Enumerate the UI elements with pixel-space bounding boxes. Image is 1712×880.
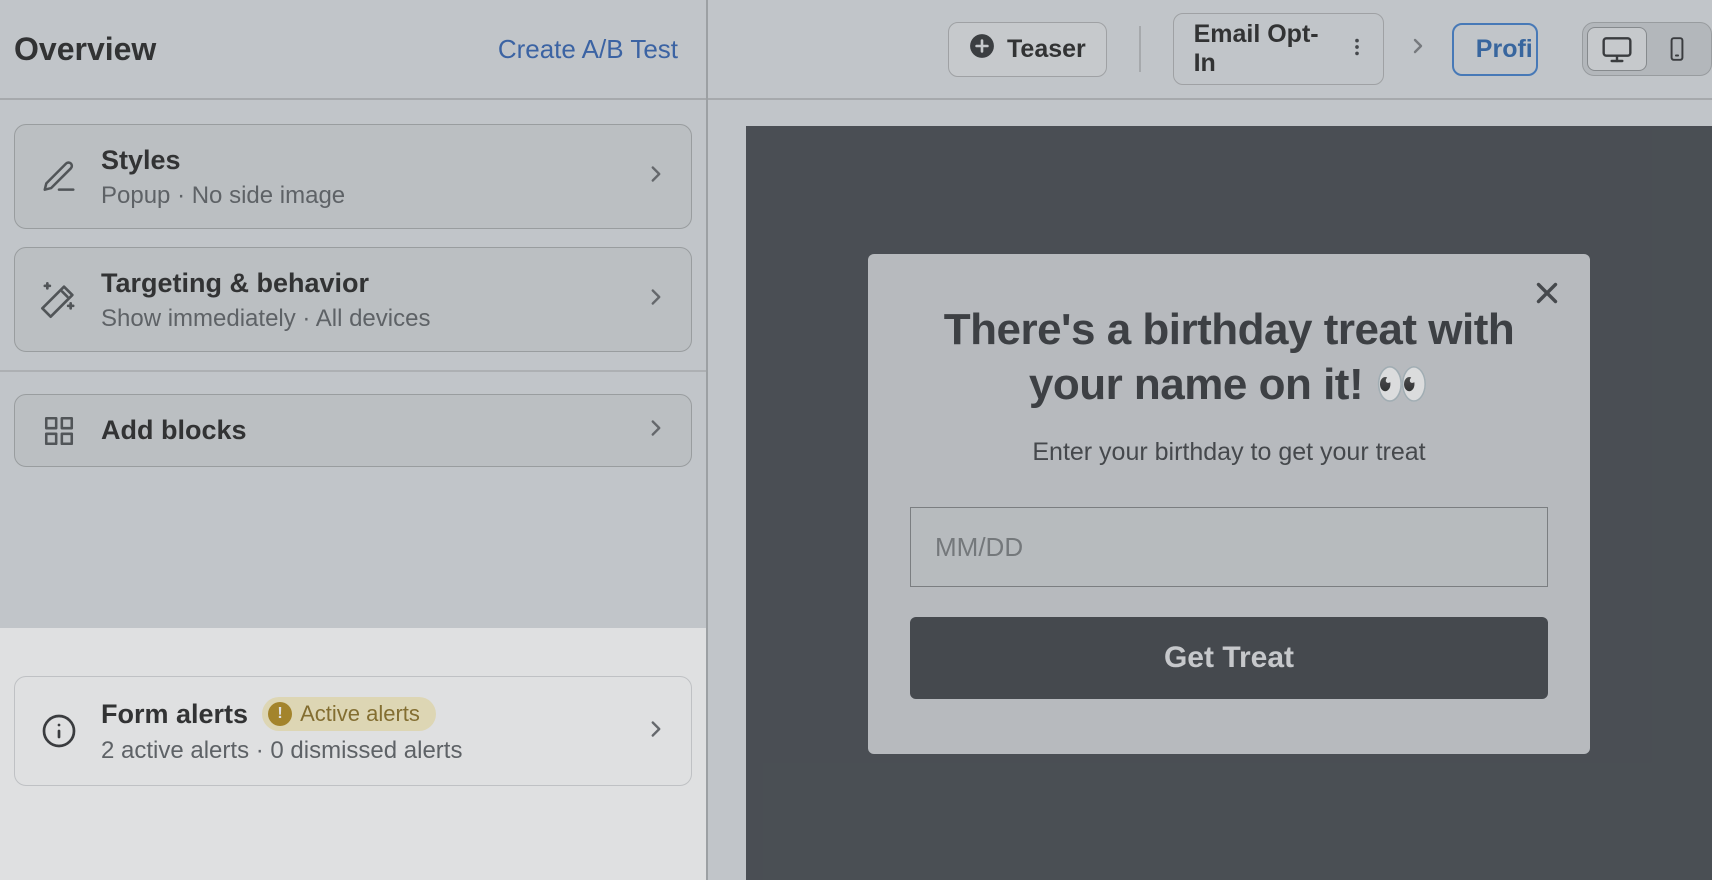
- chevron-right-icon: [643, 716, 669, 747]
- targeting-card-title: Targeting & behavior: [101, 266, 623, 301]
- birthday-input-placeholder: MM/DD: [935, 532, 1023, 563]
- pencil-icon: [37, 158, 81, 196]
- birthday-input[interactable]: MM/DD: [910, 507, 1548, 587]
- wand-icon: [37, 280, 81, 320]
- styles-card-title: Styles: [101, 143, 623, 178]
- grid-icon: [37, 414, 81, 448]
- alert-dot-icon: !: [268, 702, 292, 726]
- info-icon: [37, 713, 81, 749]
- create-ab-test-link[interactable]: Create A/B Test: [498, 34, 678, 65]
- teaser-button[interactable]: Teaser: [948, 22, 1107, 77]
- chevron-right-icon: [643, 161, 669, 192]
- teaser-button-label: Teaser: [1007, 35, 1086, 64]
- styles-card-subtitle: Popup · No side image: [101, 182, 623, 210]
- form-alerts-card[interactable]: Form alerts ! Active alerts 2 active ale…: [14, 676, 692, 786]
- mobile-preview-button[interactable]: [1647, 27, 1707, 71]
- form-alerts-subtitle: 2 active alerts · 0 dismissed alerts: [101, 737, 623, 765]
- email-optin-step[interactable]: Email Opt-In: [1173, 13, 1384, 85]
- divider: [1139, 26, 1141, 72]
- close-icon[interactable]: [1530, 276, 1564, 315]
- styles-card[interactable]: Styles Popup · No side image: [14, 124, 692, 229]
- popup-headline: There's a birthday treat with your name …: [910, 302, 1548, 412]
- targeting-card[interactable]: Targeting & behavior Show immediately · …: [14, 247, 692, 352]
- page-title: Overview: [14, 31, 156, 68]
- overview-sidebar: Overview Create A/B Test Styles Popup · …: [0, 0, 708, 880]
- targeting-card-subtitle: Show immediately · All devices: [101, 305, 623, 333]
- add-blocks-card[interactable]: Add blocks: [14, 394, 692, 467]
- active-alerts-badge-label: Active alerts: [300, 701, 420, 727]
- settings-cards: Styles Popup · No side image Targeting &…: [0, 100, 706, 628]
- popup-subtext: Enter your birthday to get your treat: [910, 438, 1548, 467]
- form-alerts-title: Form alerts: [101, 699, 248, 730]
- editor-topbar: Teaser Email Opt-In Profi: [708, 0, 1712, 100]
- popup-preview: There's a birthday treat with your name …: [868, 254, 1590, 754]
- get-treat-button[interactable]: Get Treat: [910, 617, 1548, 699]
- sidebar-header: Overview Create A/B Test: [0, 0, 706, 100]
- email-optin-label: Email Opt-In: [1194, 20, 1333, 78]
- chevron-right-icon: [643, 415, 669, 446]
- device-preview-toggle: [1582, 22, 1712, 76]
- plus-circle-icon: [969, 33, 995, 66]
- add-blocks-card-title: Add blocks: [101, 413, 623, 448]
- kebab-icon[interactable]: [1339, 34, 1375, 65]
- profile-step-button[interactable]: Profi: [1452, 23, 1538, 76]
- divider: [0, 370, 706, 372]
- form-alerts-section: Form alerts ! Active alerts 2 active ale…: [0, 628, 706, 880]
- preview-canvas: There's a birthday treat with your name …: [746, 126, 1712, 880]
- chevron-right-icon: [643, 284, 669, 315]
- desktop-preview-button[interactable]: [1587, 27, 1647, 71]
- chevron-right-icon: [1406, 32, 1430, 66]
- active-alerts-badge: ! Active alerts: [262, 697, 436, 731]
